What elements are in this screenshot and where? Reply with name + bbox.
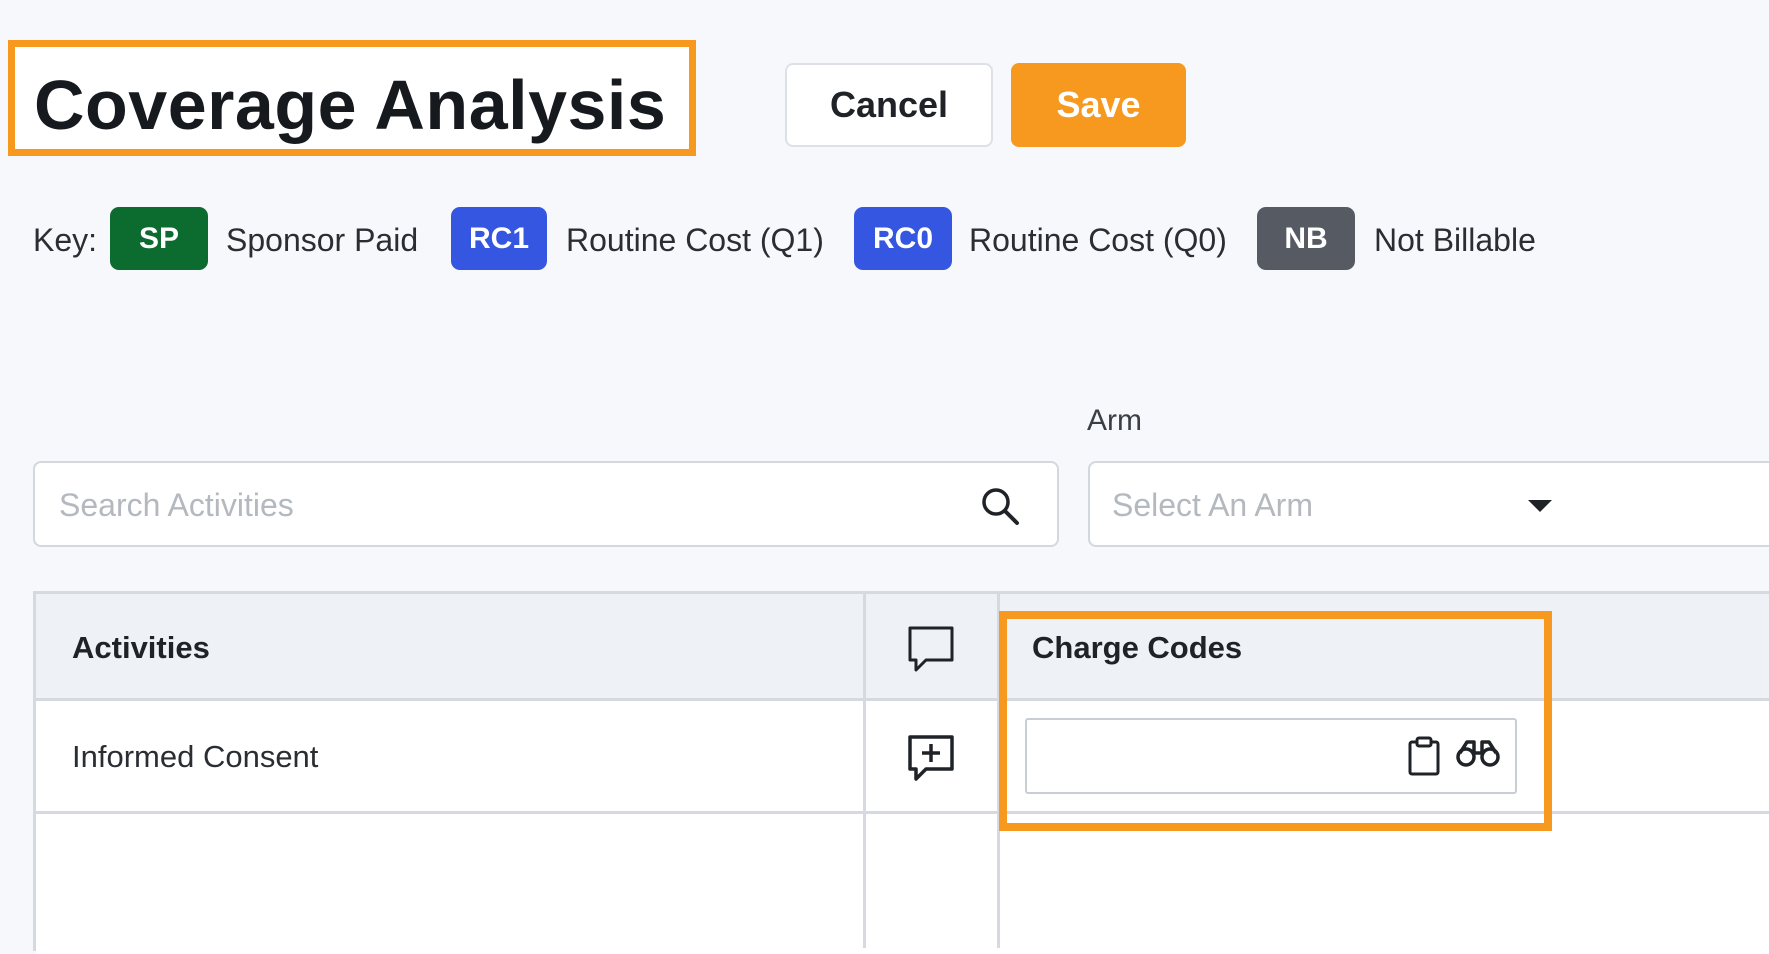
column-header-charge-codes[interactable]: Charge Codes	[1032, 630, 1242, 666]
key-label: Key:	[33, 222, 98, 258]
clipboard-icon[interactable]	[1407, 736, 1441, 776]
table-row: Informed Consent	[36, 701, 1769, 814]
binoculars-icon[interactable]	[1455, 738, 1501, 768]
activity-cell: Informed Consent	[72, 739, 319, 774]
arm-select-value: Select An Arm	[1112, 487, 1313, 523]
search-icon[interactable]	[979, 485, 1021, 527]
badge-sponsor-paid: SP	[110, 207, 208, 270]
badge-routine-cost-q1: RC1	[451, 207, 547, 270]
add-comment-icon[interactable]	[904, 731, 958, 785]
save-button[interactable]: Save	[1011, 63, 1186, 147]
arm-select[interactable]: Select An Arm	[1088, 461, 1769, 547]
column-divider	[863, 594, 866, 948]
search-box	[33, 461, 1059, 547]
arm-label: Arm	[1087, 404, 1142, 437]
charge-code-input[interactable]	[1025, 718, 1517, 794]
cancel-button[interactable]: Cancel	[785, 63, 993, 147]
column-divider	[997, 594, 1000, 948]
key-text-routine-cost-q0: Routine Cost (Q0)	[969, 222, 1227, 258]
activities-table: Activities Charge Codes Informed Consent	[33, 591, 1769, 954]
page-title: Coverage Analysis	[34, 66, 667, 144]
key-text-not-billable: Not Billable	[1374, 222, 1536, 258]
table-row	[36, 814, 1769, 954]
badge-not-billable: NB	[1257, 207, 1355, 270]
badge-routine-cost-q0: RC0	[854, 207, 952, 270]
comment-icon	[908, 626, 954, 672]
key-text-sponsor-paid: Sponsor Paid	[226, 222, 419, 258]
column-header-activities[interactable]: Activities	[72, 630, 210, 666]
chevron-down-icon	[1528, 500, 1552, 512]
search-input[interactable]	[57, 479, 961, 531]
table-header: Activities Charge Codes	[36, 594, 1769, 701]
key-text-routine-cost-q1: Routine Cost (Q1)	[566, 222, 824, 258]
